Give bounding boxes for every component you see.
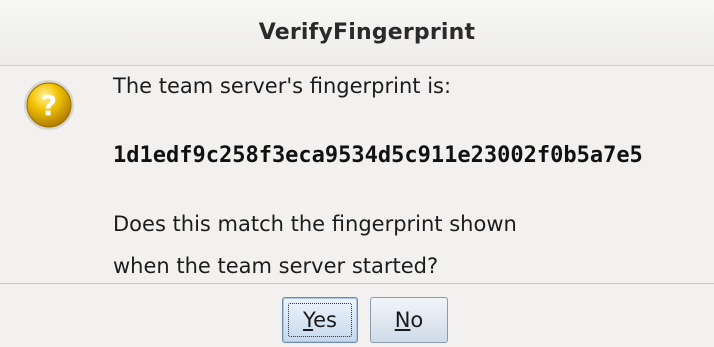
question-icon: ? xyxy=(24,80,74,130)
dialog-title: VerifyFingerprint xyxy=(258,20,476,45)
fingerprint-value: 1d1edf9c258f3eca9534d5c911e23002f0b5a7e5 xyxy=(113,143,643,168)
button-divider xyxy=(0,283,714,284)
no-label: No xyxy=(394,308,424,332)
verify-fingerprint-dialog: VerifyFingerprint ? The team server's fi… xyxy=(0,0,714,347)
fingerprint-label: The team server's fingerprint is: xyxy=(113,74,452,98)
question-line-2: when the team server started? xyxy=(113,254,439,278)
svg-text:?: ? xyxy=(41,89,57,122)
question-line-1: Does this match the fingerprint shown xyxy=(113,212,517,236)
dialog-titlebar[interactable]: VerifyFingerprint xyxy=(0,0,714,66)
yes-label: Yes xyxy=(303,308,337,332)
yes-button[interactable]: Yes xyxy=(282,297,358,343)
no-button[interactable]: No xyxy=(370,297,448,343)
